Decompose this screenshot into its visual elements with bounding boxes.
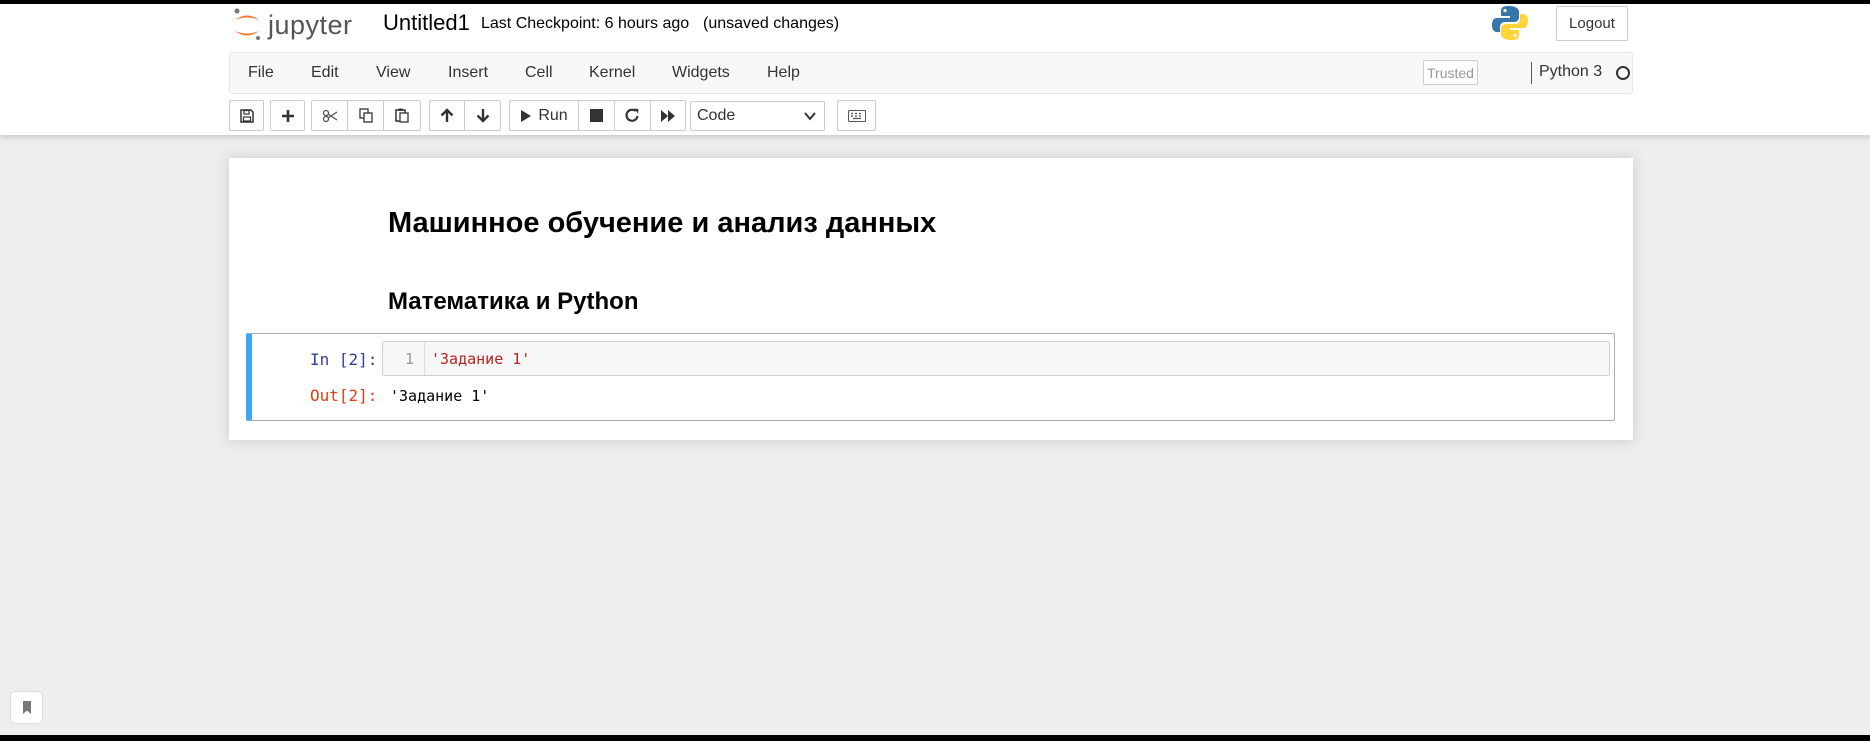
checkpoint-status: Last Checkpoint: 6 hours ago bbox=[481, 15, 690, 32]
input-prompt: In [2]: bbox=[310, 350, 378, 369]
run-button[interactable]: Run bbox=[509, 100, 579, 131]
line-number-gutter: 1 bbox=[383, 342, 425, 375]
interrupt-button[interactable] bbox=[578, 100, 615, 131]
menu-kernel[interactable]: Kernel bbox=[589, 64, 635, 82]
menubar: File Edit View Insert Cell Kernel Widget… bbox=[229, 52, 1633, 94]
markdown-heading-2[interactable]: Математика и Python bbox=[388, 288, 639, 316]
bottom-border bbox=[0, 735, 1870, 741]
cell-output: 'Задание 1' bbox=[390, 387, 490, 405]
restart-icon bbox=[625, 108, 639, 122]
trusted-indicator[interactable]: Trusted bbox=[1423, 60, 1478, 85]
jupyter-logo[interactable]: jupyter bbox=[232, 6, 353, 44]
arrow-up-icon bbox=[440, 108, 454, 122]
autosave-status: (unsaved changes) bbox=[703, 15, 840, 32]
move-up-button[interactable] bbox=[429, 100, 465, 131]
stop-icon bbox=[590, 109, 603, 122]
copy-button[interactable] bbox=[347, 100, 384, 131]
menu-cell[interactable]: Cell bbox=[525, 64, 553, 82]
cell-type-value: Code bbox=[697, 107, 736, 124]
code-cell-selected[interactable]: In [2]: 1 'Задание 1' Out[2]: 'Задание 1… bbox=[246, 333, 1615, 421]
paste-icon bbox=[395, 108, 409, 123]
copy-icon bbox=[358, 108, 373, 123]
header: jupyter Untitled1 Last Checkpoint: 6 hou… bbox=[0, 4, 1870, 135]
run-label: Run bbox=[538, 106, 568, 124]
python-logo-icon bbox=[1491, 4, 1529, 47]
command-palette-button[interactable] bbox=[837, 100, 876, 131]
arrow-down-icon bbox=[476, 109, 489, 123]
play-icon bbox=[521, 109, 532, 122]
move-down-button[interactable] bbox=[464, 100, 501, 131]
code-line[interactable]: 'Задание 1' bbox=[431, 350, 530, 368]
save-button[interactable] bbox=[229, 100, 264, 131]
cut-button[interactable] bbox=[311, 100, 348, 131]
kernel-separator bbox=[1531, 62, 1532, 84]
menu-view[interactable]: View bbox=[376, 64, 410, 82]
save-icon bbox=[239, 108, 254, 123]
menu-file[interactable]: File bbox=[248, 64, 274, 82]
restart-run-all-button[interactable] bbox=[650, 100, 686, 131]
kernel-idle-icon bbox=[1616, 66, 1630, 80]
plus-icon bbox=[281, 109, 294, 122]
insert-cell-button[interactable] bbox=[270, 100, 305, 131]
jupyter-logo-icon bbox=[234, 8, 260, 40]
bookmark-icon bbox=[22, 701, 31, 714]
kernel-name: Python 3 bbox=[1539, 63, 1603, 80]
cell-type-select[interactable]: Code bbox=[690, 101, 825, 131]
menu-insert[interactable]: Insert bbox=[448, 64, 488, 82]
bookmark-button[interactable] bbox=[10, 691, 43, 724]
cut-icon bbox=[322, 109, 337, 122]
markdown-heading-1[interactable]: Машинное обучение и анализ данных bbox=[388, 207, 936, 240]
chevron-down-icon bbox=[804, 112, 816, 121]
keyboard-icon bbox=[847, 109, 866, 122]
jupyter-wordmark: jupyter bbox=[268, 9, 353, 40]
notebook-container: Машинное обучение и анализ данных Матема… bbox=[229, 158, 1633, 440]
menu-widgets[interactable]: Widgets bbox=[672, 64, 730, 82]
line-number: 1 bbox=[404, 350, 414, 368]
menu-help[interactable]: Help bbox=[767, 64, 800, 82]
code-editor[interactable]: 1 'Задание 1' bbox=[382, 341, 1610, 376]
menu-edit[interactable]: Edit bbox=[311, 64, 339, 82]
logout-button[interactable]: Logout bbox=[1556, 6, 1628, 41]
paste-button[interactable] bbox=[383, 100, 421, 131]
fast-forward-icon bbox=[661, 109, 675, 122]
restart-button[interactable] bbox=[614, 100, 651, 131]
notebook-title[interactable]: Untitled1 bbox=[383, 10, 470, 36]
output-prompt: Out[2]: bbox=[310, 386, 378, 405]
